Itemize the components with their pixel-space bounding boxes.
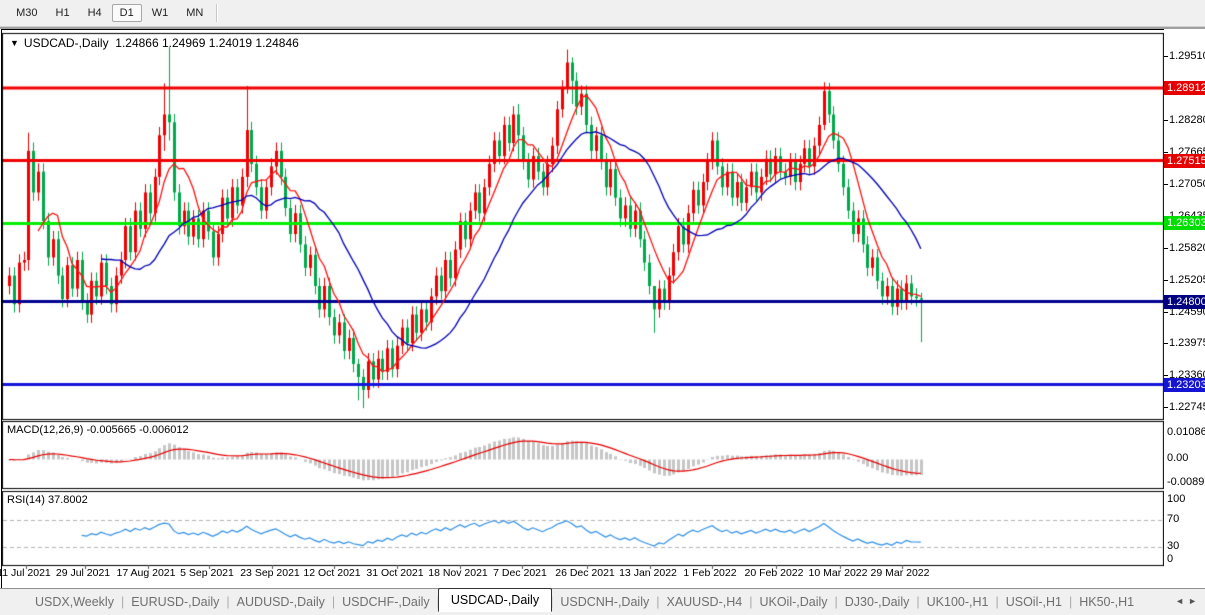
date-tick-label: 12 Oct 2021 <box>303 567 361 579</box>
rsi-value: 37.8002 <box>47 494 88 506</box>
level-price-badge: 1.23203 <box>1164 377 1205 392</box>
price-tick-label: 1.27050 <box>1164 178 1205 190</box>
date-tick-label: 17 Aug 2021 <box>116 567 176 579</box>
tab-scroll-arrows[interactable]: ◄► <box>1175 596 1201 606</box>
trading-platform-window: 5M30H1H4D1W1MN ▼ USDCAD-,Daily 1.24866 1.… <box>0 0 1205 615</box>
macd-name: MACD(12,26,9) <box>7 424 84 436</box>
date-tick-label: 29 Jul 2021 <box>55 567 111 579</box>
chart-title: ▼ USDCAD-,Daily 1.24866 1.24969 1.24019 1… <box>10 36 299 50</box>
price-tick-label: 1.23975 <box>1164 337 1205 349</box>
timeframe-button-5[interactable]: 5 <box>0 4 6 22</box>
price-tick-label: 1.25820 <box>1164 242 1205 254</box>
chart-ohlc-values: 1.24866 1.24969 1.24019 1.24846 <box>115 36 299 50</box>
date-tick-label: 20 Feb 2022 <box>744 567 804 579</box>
date-tick-label: 10 Mar 2022 <box>808 567 868 579</box>
chart-canvas[interactable] <box>2 30 1164 588</box>
price-tick-label: 1.25205 <box>1164 274 1205 286</box>
rsi-axis-label: 100 <box>1167 493 1186 505</box>
tab-usdchf-[interactable]: USDCHF-,Daily <box>333 592 439 612</box>
timeframe-toolbar: 5M30H1H4D1W1MN <box>0 0 1205 27</box>
rsi-axis-label: 0 <box>1167 553 1174 565</box>
date-tick-label: 5 Sep 2021 <box>180 567 234 579</box>
macd-axis-label: 0.010869 <box>1167 426 1205 438</box>
macd-axis-label: -0.008974 <box>1167 476 1205 488</box>
macd-axis-label: 0.00 <box>1167 452 1189 464</box>
date-tick-label: 1 Feb 2022 <box>683 567 737 579</box>
tab-scroll-left-icon[interactable]: ◄ <box>1175 596 1188 606</box>
level-price-badge: 1.26303 <box>1164 216 1205 231</box>
tab-hk50-[interactable]: HK50-,H1 <box>1070 592 1143 612</box>
toolbar-separator <box>216 4 219 22</box>
rsi-name: RSI(14) <box>7 494 45 506</box>
tab-uk100-[interactable]: UK100-,H1 <box>918 592 998 612</box>
level-price-badge: 1.27515 <box>1164 153 1205 168</box>
timeframe-button-w1[interactable]: W1 <box>144 4 177 22</box>
tab-usdcnh-[interactable]: USDCNH-,Daily <box>551 592 658 612</box>
timeframe-button-h1[interactable]: H1 <box>48 4 78 22</box>
macd-values: -0.005665 -0.006012 <box>86 424 189 436</box>
tab-usdx[interactable]: USDX,Weekly <box>26 592 123 612</box>
price-axis: 1.295101.282801.276651.270501.264351.258… <box>1164 29 1205 589</box>
timeframe-button-mn[interactable]: MN <box>178 4 211 22</box>
date-tick-label: 26 Dec 2021 <box>555 567 615 579</box>
date-tick-label: 18 Nov 2021 <box>428 567 488 579</box>
date-tick-label: 31 Oct 2021 <box>366 567 424 579</box>
timeframe-button-d1[interactable]: D1 <box>111 4 142 22</box>
tab-dj30-[interactable]: DJ30-,Daily <box>836 592 919 612</box>
tab-scroll-right-icon[interactable]: ► <box>1188 596 1201 606</box>
symbol-tabbar: USDX,Weekly | EURUSD-,Daily | AUDUSD-,Daily |… <box>0 587 1205 615</box>
date-tick-label: 13 Jan 2022 <box>619 567 677 579</box>
price-tick-label: 1.28280 <box>1164 114 1205 126</box>
rsi-axis-label: 30 <box>1167 540 1180 552</box>
date-tick-label: 23 Sep 2021 <box>240 567 300 579</box>
level-price-badge: 1.28912 <box>1164 80 1205 95</box>
date-tick-label: 29 Mar 2022 <box>870 567 930 579</box>
tab-audusd-[interactable]: AUDUSD-,Daily <box>228 592 334 612</box>
tab-usdcad-[interactable]: USDCAD-,Daily <box>437 587 553 612</box>
tab-usoil-[interactable]: USOil-,H1 <box>997 592 1071 612</box>
macd-indicator-label: MACD(12,26,9) -0.005665 -0.006012 <box>7 424 189 436</box>
timeframe-button-m30[interactable]: M30 <box>8 4 45 22</box>
tab-eurusd-[interactable]: EURUSD-,Daily <box>122 592 228 612</box>
chart-symbol-label: USDCAD-,Daily <box>23 36 109 50</box>
tab-xauusd-[interactable]: XAUUSD-,H4 <box>657 592 751 612</box>
date-tick-label: 11 Jul 2021 <box>0 567 51 579</box>
date-tick-label: 7 Dec 2021 <box>493 567 547 579</box>
rsi-indicator-label: RSI(14) 37.8002 <box>7 494 88 506</box>
price-tick-label: 1.22745 <box>1164 401 1205 413</box>
collapse-indicator-icon[interactable]: ▼ <box>10 38 19 48</box>
price-tick-label: 1.29510 <box>1164 50 1205 62</box>
timeframe-button-h4[interactable]: H4 <box>80 4 110 22</box>
level-price-badge: 1.24800 <box>1164 294 1205 309</box>
rsi-axis-label: 70 <box>1167 513 1180 525</box>
tab-ukoil-[interactable]: UKOil-,Daily <box>750 592 836 612</box>
